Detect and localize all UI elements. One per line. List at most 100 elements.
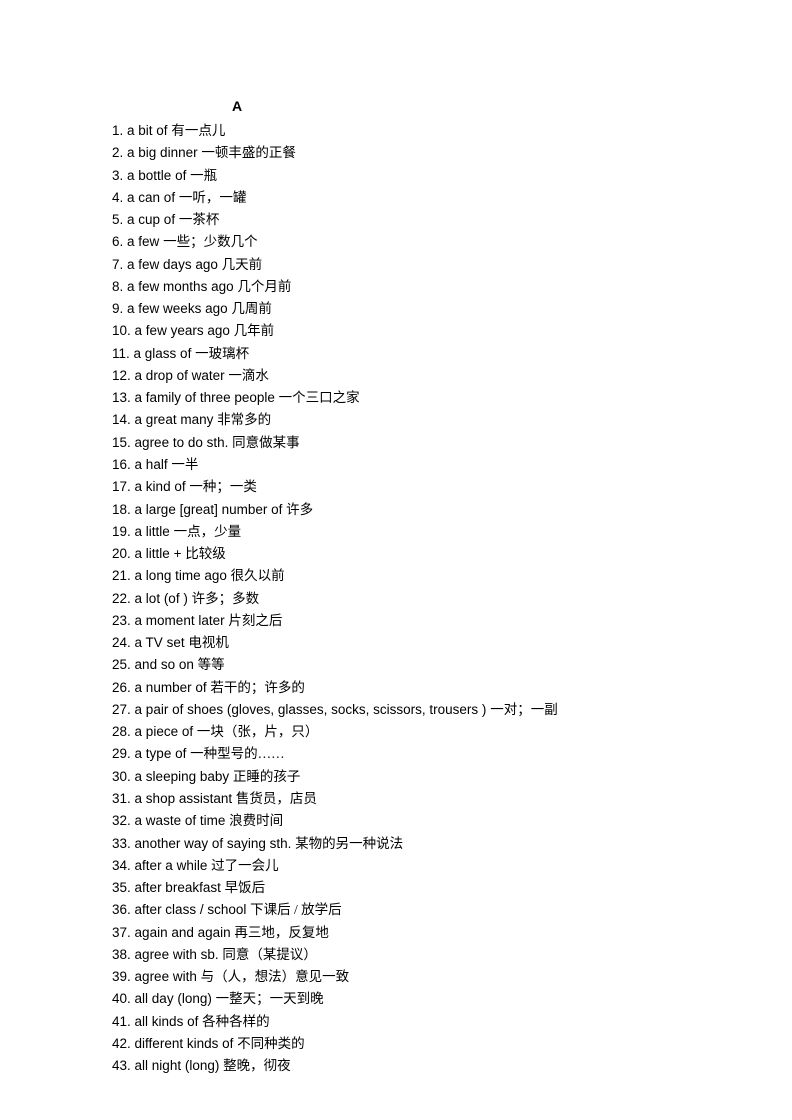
entry-english: a few weeks ago	[127, 301, 228, 316]
vocab-entry: 30. a sleeping baby 正睡的孩子	[112, 766, 680, 788]
entry-chinese: 一对；一副	[490, 702, 558, 717]
entry-english: a number of	[135, 680, 207, 695]
vocab-entry: 1. a bit of 有一点儿	[112, 120, 680, 142]
vocab-entry: 19. a little 一点，少量	[112, 521, 680, 543]
entry-chinese: 有一点儿	[171, 123, 225, 138]
vocab-entry: 28. a piece of 一块（张，片，只）	[112, 721, 680, 743]
entry-number: 1.	[112, 123, 123, 138]
vocab-entry: 41. all kinds of 各种各样的	[112, 1011, 680, 1033]
entry-english: a lot (of )	[135, 591, 188, 606]
vocab-entry: 26. a number of 若干的；许多的	[112, 677, 680, 699]
entry-chinese: 浪费时间	[229, 813, 283, 828]
entry-english: another way of saying sth.	[135, 836, 292, 851]
entry-number: 43.	[112, 1058, 131, 1073]
entry-number: 15.	[112, 435, 131, 450]
entry-chinese: 早饭后	[225, 880, 266, 895]
entry-english: and so on	[135, 657, 194, 672]
vocab-entry: 25. and so on 等等	[112, 654, 680, 676]
entry-chinese: 一半	[171, 457, 198, 472]
entry-chinese: 一种；一类	[189, 479, 257, 494]
entry-english: a few years ago	[135, 323, 230, 338]
entry-number: 27.	[112, 702, 131, 717]
entry-chinese: 同意做某事	[232, 435, 300, 450]
entry-chinese: 几周前	[231, 301, 272, 316]
entry-english: all kinds of	[135, 1014, 199, 1029]
entry-number: 13.	[112, 390, 131, 405]
vocab-entry: 27. a pair of shoes (gloves, glasses, so…	[112, 699, 680, 721]
entry-number: 39.	[112, 969, 131, 984]
entry-number: 29.	[112, 746, 131, 761]
entry-chinese: 几年前	[234, 323, 275, 338]
document-page: A 1. a bit of 有一点儿2. a big dinner 一顿丰盛的正…	[0, 0, 792, 1077]
vocab-entry: 37. again and again 再三地，反复地	[112, 922, 680, 944]
entry-number: 26.	[112, 680, 131, 695]
entry-chinese: 一滴水	[228, 368, 269, 383]
vocab-entry: 39. agree with 与（人，想法）意见一致	[112, 966, 680, 988]
entry-english: a TV set	[135, 635, 185, 650]
entry-english: a great many	[135, 412, 214, 427]
entry-chinese: 售货员，店员	[236, 791, 317, 806]
vocab-entry: 12. a drop of water 一滴水	[112, 365, 680, 387]
entry-number: 21.	[112, 568, 131, 583]
entry-english: all day (long)	[135, 991, 212, 1006]
entry-chinese: 下课后 / 放学后	[250, 902, 342, 917]
vocab-entry: 22. a lot (of ) 许多；多数	[112, 588, 680, 610]
vocab-entry: 43. all night (long) 整晚，彻夜	[112, 1055, 680, 1077]
entry-number: 14.	[112, 412, 131, 427]
entry-chinese: 一顿丰盛的正餐	[201, 145, 296, 160]
entry-chinese: 一种型号的……	[190, 746, 285, 761]
entry-number: 32.	[112, 813, 131, 828]
entry-english: a bottle of	[127, 168, 186, 183]
entry-chinese: 一玻璃杯	[195, 346, 249, 361]
entry-english: a kind of	[135, 479, 186, 494]
entry-english: a piece of	[135, 724, 194, 739]
entry-chinese: 许多	[286, 502, 313, 517]
entry-chinese: 几天前	[222, 257, 263, 272]
vocab-entry: 15. agree to do sth. 同意做某事	[112, 432, 680, 454]
entry-number: 36.	[112, 902, 131, 917]
entry-chinese: 过了一会儿	[211, 858, 279, 873]
vocab-entry: 23. a moment later 片刻之后	[112, 610, 680, 632]
entry-chinese: 不同种类的	[237, 1036, 305, 1051]
vocab-entry: 33. another way of saying sth. 某物的另一种说法	[112, 833, 680, 855]
vocab-entry: 18. a large [great] number of 许多	[112, 499, 680, 521]
entry-number: 25.	[112, 657, 131, 672]
entry-number: 11.	[112, 346, 130, 361]
entry-chinese: 一听，一罐	[179, 190, 247, 205]
vocab-entry: 42. different kinds of 不同种类的	[112, 1033, 680, 1055]
entry-number: 22.	[112, 591, 131, 606]
entry-chinese: 正睡的孩子	[233, 769, 301, 784]
entry-english: a drop of water	[135, 368, 225, 383]
entries-list: 1. a bit of 有一点儿2. a big dinner 一顿丰盛的正餐3…	[112, 120, 680, 1077]
entry-chinese: 等等	[198, 657, 225, 672]
entry-english: again and again	[135, 925, 231, 940]
entry-number: 12.	[112, 368, 131, 383]
entry-number: 8.	[112, 279, 123, 294]
entry-chinese: 一块（张，片，只）	[197, 724, 319, 739]
entry-chinese: 几个月前	[237, 279, 291, 294]
entry-number: 6.	[112, 234, 123, 249]
vocab-entry: 17. a kind of 一种；一类	[112, 476, 680, 498]
entry-english: a sleeping baby	[135, 769, 230, 784]
entry-number: 31.	[112, 791, 131, 806]
entry-english: a little +	[135, 546, 182, 561]
entry-english: after class / school	[135, 902, 247, 917]
entry-chinese: 某物的另一种说法	[295, 836, 403, 851]
vocab-entry: 38. agree with sb. 同意（某提议）	[112, 944, 680, 966]
entry-english: a type of	[135, 746, 187, 761]
vocab-entry: 14. a great many 非常多的	[112, 409, 680, 431]
entry-number: 34.	[112, 858, 131, 873]
entry-number: 28.	[112, 724, 131, 739]
entry-english: agree with	[135, 969, 197, 984]
entry-english: a big dinner	[127, 145, 198, 160]
entry-english: a half	[135, 457, 168, 472]
vocab-entry: 2. a big dinner 一顿丰盛的正餐	[112, 142, 680, 164]
vocab-entry: 3. a bottle of 一瓶	[112, 165, 680, 187]
vocab-entry: 10. a few years ago 几年前	[112, 320, 680, 342]
entry-chinese: 一个三口之家	[279, 390, 360, 405]
entry-number: 41.	[112, 1014, 131, 1029]
entry-chinese: 片刻之后	[228, 613, 282, 628]
entry-english: after a while	[135, 858, 208, 873]
entry-chinese: 各种各样的	[202, 1014, 270, 1029]
vocab-entry: 32. a waste of time 浪费时间	[112, 810, 680, 832]
